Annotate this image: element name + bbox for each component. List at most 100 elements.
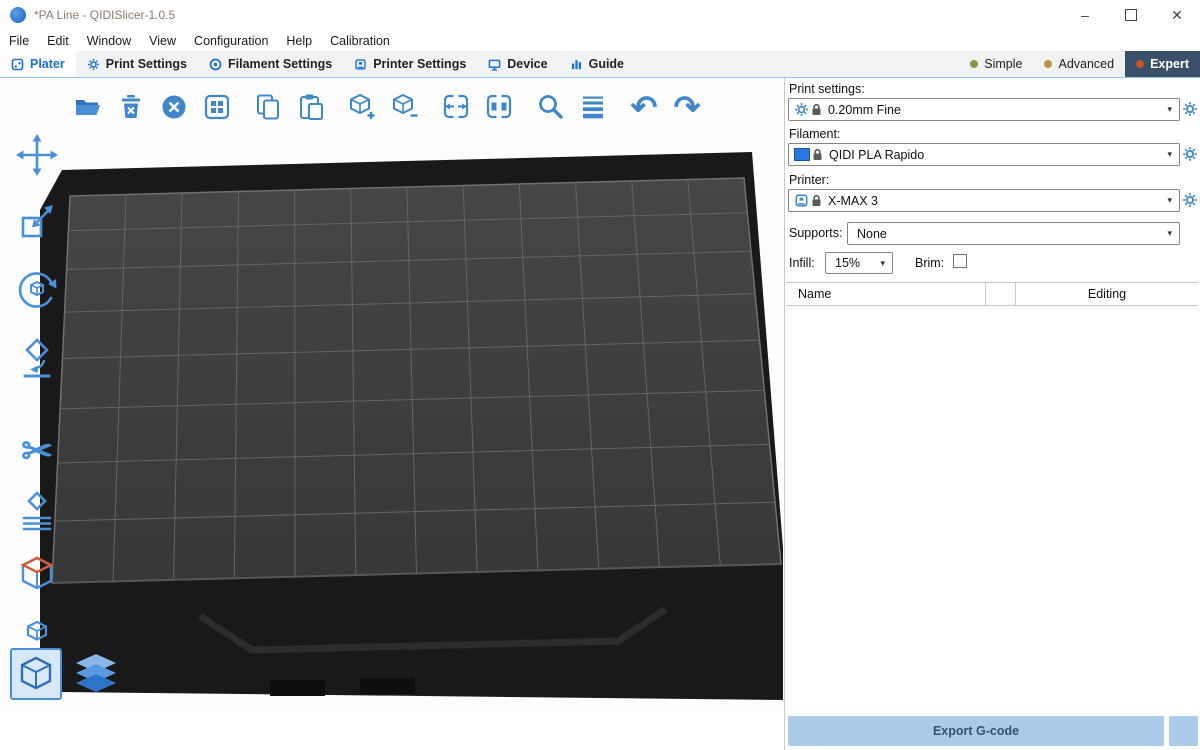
tab-print-settings-label: Print Settings (106, 57, 187, 71)
mode-simple[interactable]: Simple (959, 51, 1033, 77)
split-to-parts-icon (484, 92, 514, 122)
print-bed[interactable] (0, 78, 784, 712)
menu-configuration[interactable]: Configuration (185, 34, 277, 48)
tab-device[interactable]: Device (477, 51, 558, 77)
menu-window[interactable]: Window (78, 34, 140, 48)
lock-icon (811, 194, 822, 207)
window-title: *PA Line - QIDISlicer-1.0.5 (34, 8, 175, 22)
tab-device-label: Device (507, 57, 547, 71)
remove-instance-icon (390, 92, 420, 122)
cube-3d-view-icon (17, 655, 55, 693)
move-tool[interactable] (13, 131, 61, 179)
editing-column-label: Editing (1088, 287, 1126, 301)
maximize-icon[interactable] (1108, 0, 1154, 30)
menu-view[interactable]: View (140, 34, 185, 48)
seam-icon (13, 488, 61, 536)
objects-table-header: Name Editing (786, 282, 1198, 306)
close-icon[interactable]: ✕ (1154, 0, 1200, 30)
mode-advanced-label: Advanced (1058, 57, 1114, 71)
chevron-down-icon: ▾ (1160, 104, 1179, 115)
plater-toolbar: ↶ ↷ (70, 89, 712, 125)
column-header-spacer (986, 283, 1016, 305)
tab-printer-settings[interactable]: Printer Settings (343, 51, 477, 77)
rotate-icon (13, 266, 61, 314)
tab-filament-settings[interactable]: Filament Settings (198, 51, 343, 77)
view-layers-preview-button[interactable] (70, 648, 122, 700)
split-to-parts-button[interactable] (481, 89, 517, 125)
copy-icon (253, 92, 283, 122)
chevron-down-icon: ▾ (873, 258, 892, 269)
open-icon (73, 92, 103, 122)
delete-all-button[interactable] (156, 89, 192, 125)
filament-gear-button[interactable] (1181, 145, 1199, 163)
expert-dot-icon (1136, 60, 1144, 68)
mode-expert[interactable]: Expert (1125, 51, 1200, 77)
undo-icon: ↶ (631, 91, 658, 123)
search-button[interactable] (532, 89, 568, 125)
lock-icon (811, 103, 822, 116)
brim-checkbox[interactable] (953, 254, 967, 268)
menu-calibration[interactable]: Calibration (321, 34, 399, 48)
support-paint-tool[interactable] (13, 552, 61, 600)
printer-select[interactable]: X-MAX 3 ▾ (788, 189, 1180, 212)
supports-select[interactable]: None ▾ (847, 222, 1180, 245)
delete-button[interactable] (113, 89, 149, 125)
cut-tool[interactable]: ✂ (13, 428, 61, 476)
export-options-button[interactable] (1169, 716, 1198, 746)
minimize-icon[interactable]: – (1062, 0, 1108, 30)
gear-icon (1182, 192, 1198, 208)
tab-plater[interactable]: Plater (0, 51, 76, 77)
infill-select[interactable]: 15% ▾ (825, 252, 893, 274)
filament-label: Filament: (789, 127, 840, 141)
tab-guide[interactable]: Guide (559, 51, 635, 77)
mode-switcher: Simple Advanced Expert (959, 51, 1200, 77)
advanced-dot-icon (1044, 60, 1052, 68)
menu-help[interactable]: Help (277, 34, 321, 48)
scale-tool[interactable] (13, 198, 61, 246)
place-on-face-tool[interactable] (13, 334, 61, 382)
seam-tool[interactable] (13, 488, 61, 536)
objects-list[interactable] (786, 306, 1198, 710)
export-gcode-button[interactable]: Export G-code (788, 716, 1164, 746)
tab-print-settings[interactable]: Print Settings (76, 51, 198, 77)
variable-layer-height-button[interactable] (575, 89, 611, 125)
view-toggle-group (10, 648, 122, 700)
mode-advanced[interactable]: Advanced (1033, 51, 1125, 77)
print-settings-icon (87, 58, 100, 71)
undo-button[interactable]: ↶ (626, 89, 662, 125)
column-header-name[interactable]: Name (786, 283, 986, 305)
infill-label: Infill: (789, 256, 815, 270)
menu-edit[interactable]: Edit (38, 34, 78, 48)
rotate-tool[interactable] (13, 266, 61, 314)
redo-icon: ↷ (674, 91, 701, 123)
copy-button[interactable] (250, 89, 286, 125)
print-settings-gear-button[interactable] (1181, 100, 1199, 118)
print-settings-select[interactable]: 0.20mm Fine ▾ (788, 98, 1180, 121)
column-header-editing[interactable]: Editing (1016, 283, 1198, 305)
settings-panel: Print settings: 0.20mm Fine ▾ Filament: (784, 78, 1200, 750)
view-3d-editor-button[interactable] (10, 648, 62, 700)
tab-printer-settings-label: Printer Settings (373, 57, 466, 71)
scale-icon (13, 198, 61, 246)
menubar: File Edit Window View Configuration Help… (0, 30, 1200, 51)
tabbar: Plater Print Settings Filament Settings … (0, 51, 1200, 78)
open-button[interactable] (70, 89, 106, 125)
paste-button[interactable] (293, 89, 329, 125)
remove-instance-button[interactable] (387, 89, 423, 125)
viewport-3d[interactable]: ↶ ↷ ✂ (0, 78, 784, 712)
redo-button[interactable]: ↷ (669, 89, 705, 125)
variable-layer-height-icon (578, 92, 608, 122)
add-instance-button[interactable] (344, 89, 380, 125)
plater-icon (11, 58, 24, 71)
print-profile-gear-icon (794, 102, 809, 117)
supports-label: Supports: (789, 226, 843, 240)
export-gcode-label: Export G-code (933, 724, 1019, 738)
titlebar: *PA Line - QIDISlicer-1.0.5 – ✕ (0, 0, 1200, 30)
search-icon (535, 92, 565, 122)
menu-file[interactable]: File (0, 34, 38, 48)
split-to-objects-button[interactable] (438, 89, 474, 125)
filament-select[interactable]: QIDI PLA Rapido ▾ (788, 143, 1180, 166)
printer-gear-button[interactable] (1181, 191, 1199, 209)
cut-scissors-icon: ✂ (21, 433, 53, 471)
arrange-button[interactable] (199, 89, 235, 125)
